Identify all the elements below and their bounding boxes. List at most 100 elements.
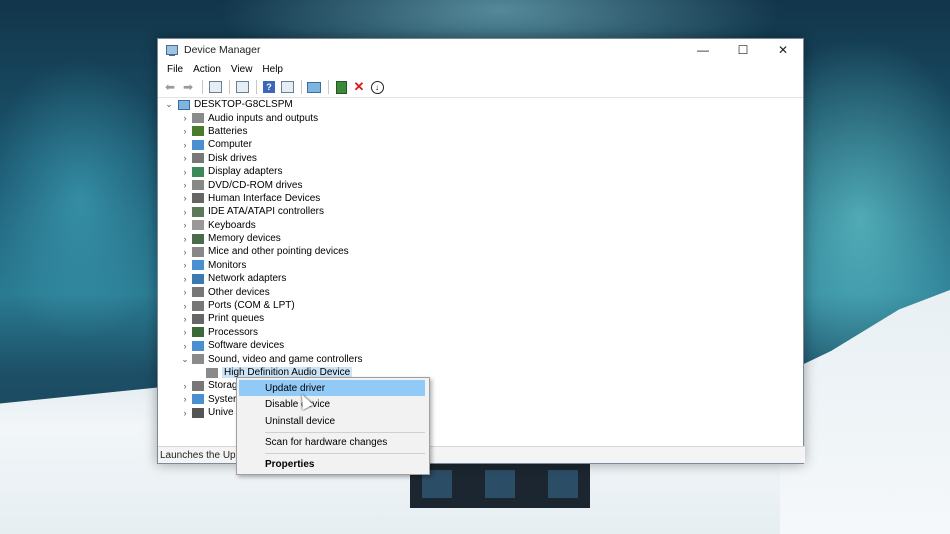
menu-help[interactable]: Help <box>257 64 288 75</box>
chevron-right-icon[interactable]: › <box>178 167 192 177</box>
chevron-right-icon[interactable]: › <box>178 408 192 418</box>
menu-action[interactable]: Action <box>188 64 226 75</box>
chevron-right-icon[interactable]: › <box>178 260 192 270</box>
tree-category[interactable]: › Ports (COM & LPT) <box>158 299 803 312</box>
menu-view[interactable]: View <box>226 64 258 75</box>
tree-category[interactable]: › Human Interface Devices <box>158 192 803 205</box>
forward-arrow-icon[interactable]: ➡ <box>180 79 196 95</box>
port-icon <box>192 300 204 311</box>
computer-icon <box>192 139 204 150</box>
tree-category[interactable]: › Disk drives <box>158 152 803 165</box>
update-driver-icon[interactable]: ↓ <box>369 79 385 95</box>
minimize-button[interactable]: — <box>683 39 723 61</box>
menu-bar: File Action View Help <box>158 61 803 77</box>
tree-category-label: Processors <box>208 326 259 338</box>
hid-icon <box>192 193 204 204</box>
tree-category-label: Ports (COM & LPT) <box>208 300 295 312</box>
software-device-icon <box>192 340 204 351</box>
sound-controller-icon <box>192 354 204 365</box>
scan-monitor-icon[interactable] <box>306 79 322 95</box>
tree-root[interactable]: ⌄ DESKTOP-G8CLSPM <box>158 98 803 111</box>
tree-category[interactable]: › Monitors <box>158 259 803 272</box>
chevron-right-icon[interactable]: › <box>178 341 192 351</box>
tree-category-label: Keyboards <box>208 219 256 231</box>
chevron-right-icon[interactable]: › <box>178 394 192 404</box>
tree-category-label: Display adapters <box>208 166 283 178</box>
close-button[interactable]: ✕ <box>763 39 803 61</box>
tree-category[interactable]: › DVD/CD-ROM drives <box>158 178 803 191</box>
battery-icon <box>192 126 204 137</box>
tree-category-label: Software devices <box>208 340 285 352</box>
tree-category[interactable]: › Other devices <box>158 285 803 298</box>
chevron-right-icon[interactable]: › <box>178 207 192 217</box>
tree-category[interactable]: › IDE ATA/ATAPI controllers <box>158 205 803 218</box>
chevron-right-icon[interactable]: › <box>178 234 192 244</box>
tree-category[interactable]: › Processors <box>158 326 803 339</box>
root-label: DESKTOP-G8CLSPM <box>194 99 293 111</box>
tree-category[interactable]: › Computer <box>158 138 803 151</box>
menu-file[interactable]: File <box>162 64 188 75</box>
context-menu-item[interactable]: Scan for hardware changes <box>239 434 425 450</box>
chevron-right-icon[interactable]: › <box>178 381 192 391</box>
chevron-right-icon[interactable]: › <box>178 274 192 284</box>
tree-category[interactable]: ⌄ Sound, video and game controllers <box>158 352 803 365</box>
context-menu-item[interactable]: Properties <box>239 456 425 472</box>
chevron-down-icon[interactable]: ⌄ <box>178 354 192 365</box>
tree-category[interactable]: › Memory devices <box>158 232 803 245</box>
chevron-right-icon[interactable]: › <box>178 314 192 324</box>
disk-icon <box>192 153 204 164</box>
tree-category-label: Memory devices <box>208 233 281 245</box>
tree-category-label: Unive <box>208 407 234 419</box>
processor-icon <box>192 327 204 338</box>
maximize-button[interactable]: ☐ <box>723 39 763 61</box>
device-view-icon[interactable] <box>279 79 295 95</box>
tree-category-label: Audio inputs and outputs <box>208 112 319 124</box>
tree-category-label: Syster <box>208 393 237 405</box>
chevron-down-icon[interactable]: ⌄ <box>162 99 176 110</box>
tree-category-label: Monitors <box>208 259 247 271</box>
tree-category-label: Storag <box>208 380 238 392</box>
title-bar[interactable]: Device Manager — ☐ ✕ <box>158 39 803 61</box>
chevron-right-icon[interactable]: › <box>178 287 192 297</box>
tree-category[interactable]: › Audio inputs and outputs <box>158 111 803 124</box>
tree-view-icon[interactable] <box>234 79 250 95</box>
chevron-right-icon[interactable]: › <box>178 220 192 230</box>
context-menu-item[interactable]: Disable device <box>239 396 425 412</box>
system-icon <box>192 394 204 405</box>
chevron-right-icon[interactable]: › <box>178 180 192 190</box>
chevron-right-icon[interactable]: › <box>178 140 192 150</box>
context-menu-separator <box>265 432 425 433</box>
tree-category[interactable]: › Network adapters <box>158 272 803 285</box>
tree-category[interactable]: › Software devices <box>158 339 803 352</box>
mouse-icon <box>192 246 204 257</box>
tree-category-label: Other devices <box>208 286 270 298</box>
context-menu: Update driver Disable device Uninstall dev… <box>236 377 430 475</box>
chevron-right-icon[interactable]: › <box>178 327 192 337</box>
enable-device-icon[interactable] <box>333 79 349 95</box>
display-adapter-icon <box>192 166 204 177</box>
chevron-right-icon[interactable]: › <box>178 247 192 257</box>
ide-controller-icon <box>192 206 204 217</box>
back-arrow-icon[interactable]: ⬅ <box>162 79 178 95</box>
device-manager-icon <box>166 44 178 56</box>
context-menu-item[interactable]: Uninstall device <box>239 413 425 429</box>
tree-category-label: Sound, video and game controllers <box>208 353 363 365</box>
context-menu-item[interactable]: Update driver <box>239 380 425 396</box>
uninstall-icon[interactable]: ✕ <box>351 79 367 95</box>
tree-category[interactable]: › Mice and other pointing devices <box>158 245 803 258</box>
printer-icon <box>192 313 204 324</box>
tree-category[interactable]: › Print queues <box>158 312 803 325</box>
properties-icon[interactable] <box>207 79 223 95</box>
chevron-right-icon[interactable]: › <box>178 153 192 163</box>
tree-category[interactable]: › Keyboards <box>158 219 803 232</box>
tree-category[interactable]: › Batteries <box>158 125 803 138</box>
chevron-right-icon[interactable]: › <box>178 126 192 136</box>
toolbar: ⬅ ➡ ? ✕ ↓ <box>158 77 803 98</box>
tree-category[interactable]: › Display adapters <box>158 165 803 178</box>
speaker-icon <box>192 113 204 124</box>
window-title: Device Manager <box>184 44 261 56</box>
chevron-right-icon[interactable]: › <box>178 193 192 203</box>
chevron-right-icon[interactable]: › <box>178 113 192 123</box>
help-icon[interactable]: ? <box>261 79 277 95</box>
chevron-right-icon[interactable]: › <box>178 301 192 311</box>
